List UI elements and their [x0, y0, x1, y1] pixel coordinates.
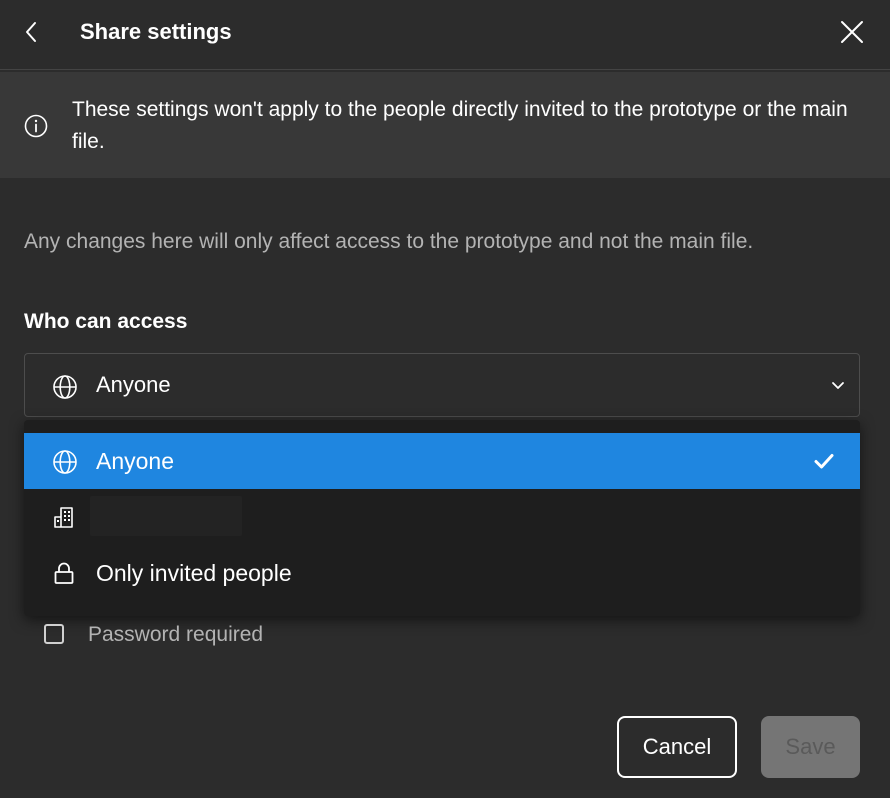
- notice-text: These settings won't apply to the people…: [72, 98, 848, 153]
- dialog-title: Share settings: [80, 19, 232, 44]
- access-dropdown-menu: Anyone Only invited people: [24, 420, 860, 616]
- save-button[interactable]: Save: [761, 716, 860, 778]
- option-organization[interactable]: [24, 489, 860, 545]
- lock-icon: [54, 562, 74, 584]
- option-label: Anyone: [96, 448, 175, 474]
- password-required-label: Password required: [88, 623, 264, 646]
- access-select[interactable]: Anyone: [24, 353, 860, 417]
- back-button[interactable]: [18, 18, 46, 46]
- info-icon: [24, 114, 48, 138]
- password-required-checkbox[interactable]: [44, 624, 64, 644]
- chevron-down-icon: [832, 382, 844, 389]
- option-anyone[interactable]: Anyone: [24, 433, 860, 489]
- cancel-button[interactable]: Cancel: [617, 716, 737, 778]
- option-only-invited[interactable]: Only invited people: [24, 545, 860, 601]
- info-notice: These settings won't apply to the people…: [0, 72, 890, 178]
- redacted-organization-name: [90, 496, 242, 536]
- close-button[interactable]: [838, 18, 866, 46]
- access-section-label: Who can access: [24, 310, 188, 333]
- chevron-left-icon: [26, 22, 36, 42]
- building-icon: [54, 507, 73, 528]
- globe-icon: [53, 450, 77, 474]
- close-icon: [841, 21, 863, 43]
- option-label: Only invited people: [96, 560, 292, 586]
- access-select-value: Anyone: [96, 372, 171, 397]
- checkmark-icon: [814, 454, 834, 469]
- access-description: Any changes here will only affect access…: [24, 230, 754, 253]
- globe-icon: [53, 375, 77, 399]
- dialog-header: Share settings: [0, 0, 890, 70]
